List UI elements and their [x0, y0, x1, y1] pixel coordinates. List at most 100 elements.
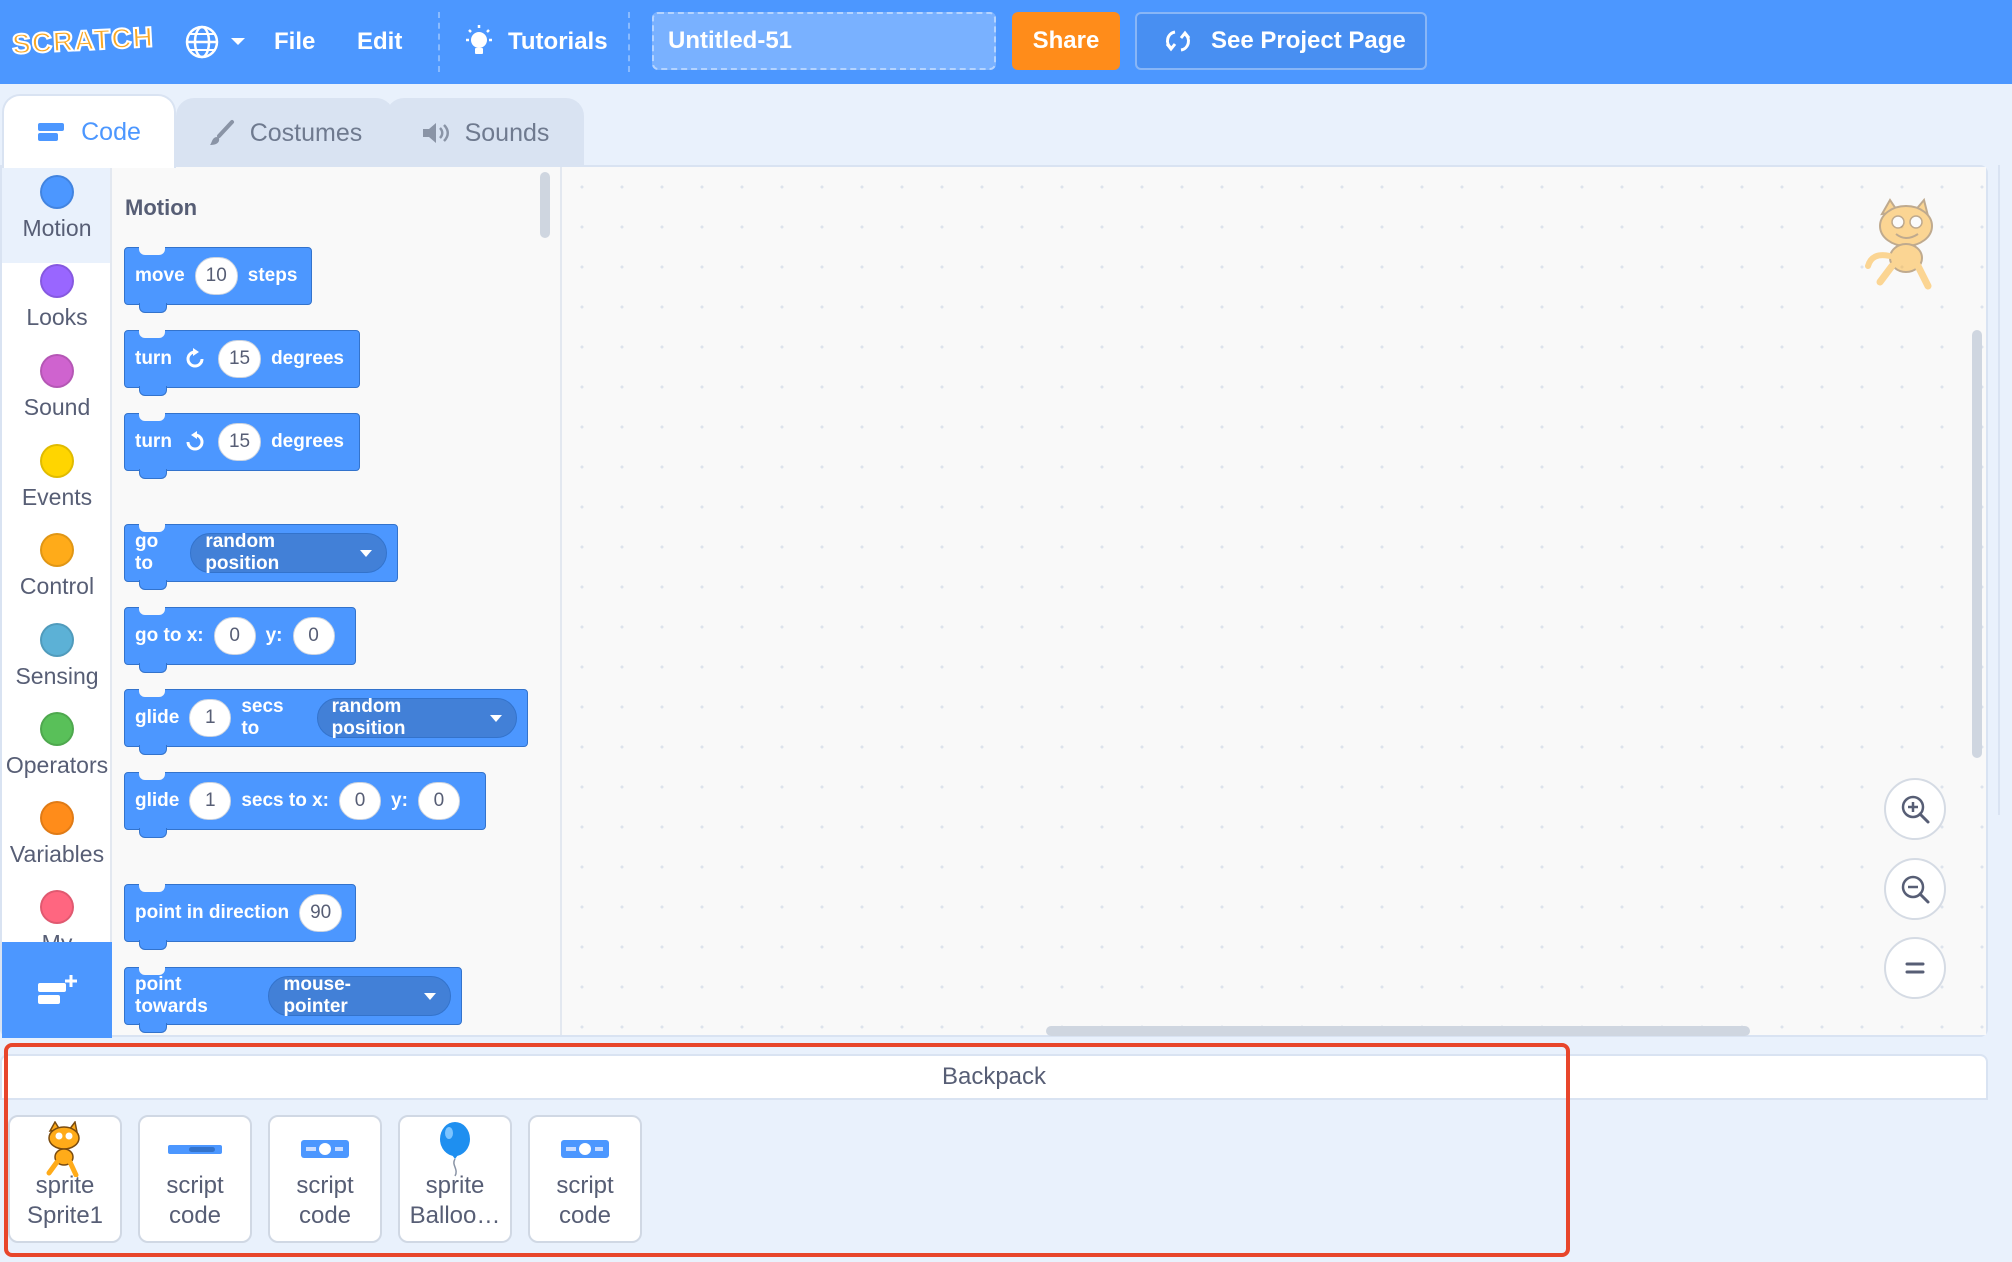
category-looks[interactable]: Looks	[2, 264, 110, 331]
speaker-icon	[422, 123, 449, 143]
backpack-item-type: script	[556, 1172, 614, 1199]
brush-icon	[209, 120, 234, 145]
backpack-header[interactable]: Backpack	[0, 1054, 1988, 1100]
logo-text: SCRATCH	[10, 20, 155, 60]
glide-to-block[interactable]: glide 1 secs to random position	[124, 689, 528, 755]
see-project-page-label: See Project Page	[1211, 27, 1406, 54]
block-text: degrees	[271, 431, 344, 452]
category-events[interactable]: Events	[2, 444, 110, 511]
category-operators[interactable]: Operators	[2, 712, 110, 779]
backpack-item-script[interactable]: script code	[268, 1115, 382, 1243]
degrees-input[interactable]: 15	[217, 340, 262, 378]
glide-to-xy-block[interactable]: glide 1 secs to x: 0 y: 0	[124, 772, 486, 838]
category-dot	[40, 623, 74, 657]
category-sensing[interactable]: Sensing	[2, 623, 110, 690]
block-text: y:	[265, 625, 283, 646]
zoom-out-icon	[1901, 875, 1930, 904]
target-dropdown[interactable]: random position	[190, 531, 387, 574]
point-in-direction-block[interactable]: point in direction 90	[124, 884, 356, 950]
tab-sounds-label: Sounds	[464, 118, 550, 147]
backpack-item-sprite[interactable]: sprite Balloo…	[398, 1115, 512, 1243]
see-project-page-button[interactable]: See Project Page	[1135, 12, 1427, 70]
chevron-down-icon	[231, 38, 245, 45]
category-control[interactable]: Control	[2, 533, 110, 600]
swap-arrows-icon	[1165, 30, 1191, 52]
chevron-down-icon	[360, 549, 372, 557]
globe-icon	[185, 25, 219, 59]
category-sound[interactable]: Sound	[2, 354, 110, 421]
file-menu-label: File	[274, 28, 316, 55]
add-extension-icon	[38, 975, 77, 1004]
block-text: turn	[135, 431, 172, 452]
category-label: Control	[19, 573, 95, 599]
category-label: Operators	[5, 752, 109, 778]
script-thumbnail-icon	[301, 1140, 349, 1158]
backpack-thumbnail	[530, 1123, 640, 1175]
add-extension-button[interactable]	[2, 942, 112, 1038]
tab-code-label: Code	[81, 117, 141, 146]
script-workspace[interactable]	[562, 167, 1986, 1035]
edit-menu[interactable]: Edit	[357, 0, 402, 84]
share-button[interactable]: Share	[1012, 12, 1120, 70]
backpack-title: Backpack	[941, 1063, 1047, 1090]
block-text: go to	[135, 531, 159, 574]
turn-right-block[interactable]: turn 15 degrees	[124, 330, 360, 396]
language-menu[interactable]	[184, 0, 246, 84]
block-text: move	[135, 265, 185, 286]
go-to-xy-block[interactable]: go to x: 0 y: 0	[124, 607, 356, 673]
go-to-block[interactable]: go to random position	[124, 524, 398, 590]
category-dot	[40, 354, 74, 388]
zoom-reset-button[interactable]	[1884, 937, 1946, 999]
backpack-item-script[interactable]: script code	[138, 1115, 252, 1243]
move-steps-block[interactable]: move 10 steps	[124, 247, 312, 313]
tutorials-button[interactable]: Tutorials	[462, 0, 608, 84]
palette-scrollbar[interactable]	[540, 172, 550, 238]
point-towards-block[interactable]: point towards mouse-pointer	[124, 967, 462, 1033]
backpack-thumbnail	[10, 1121, 120, 1177]
tab-code[interactable]: Code	[2, 94, 176, 168]
backpack-item-name: code	[168, 1202, 222, 1229]
backpack-item-type: script	[166, 1172, 224, 1199]
backpack-item-sprite[interactable]: sprite Sprite1	[8, 1115, 122, 1243]
chevron-down-icon	[424, 992, 436, 1000]
category-dot	[40, 890, 74, 924]
y-input[interactable]: 0	[417, 782, 460, 820]
block-text: go to x:	[135, 625, 204, 646]
dropdown-value: mouse-pointer	[283, 974, 352, 1017]
category-dot	[40, 444, 74, 478]
tab-sounds[interactable]: Sounds	[386, 98, 584, 166]
workspace-horizontal-scrollbar[interactable]	[1046, 1026, 1750, 1036]
x-input[interactable]: 0	[339, 782, 381, 820]
y-input[interactable]: 0	[292, 617, 335, 655]
category-label: Variables	[9, 841, 105, 867]
workspace-vertical-scrollbar[interactable]	[1972, 330, 1982, 758]
target-dropdown[interactable]: random position	[316, 696, 517, 739]
block-text: degrees	[271, 348, 344, 369]
file-menu[interactable]: File	[274, 0, 315, 84]
zoom-out-button[interactable]	[1884, 858, 1946, 920]
category-dot	[40, 264, 74, 298]
category-motion[interactable]: Motion	[2, 167, 110, 263]
degrees-input[interactable]: 15	[217, 423, 262, 461]
category-variables[interactable]: Variables	[2, 801, 110, 868]
lightbulb-icon	[466, 25, 492, 54]
zoom-in-button[interactable]	[1884, 778, 1946, 840]
scratch-logo[interactable]: SCRATCH	[10, 18, 155, 64]
tab-costumes[interactable]: Costumes	[176, 98, 394, 166]
backpack-item-script[interactable]: script code	[528, 1115, 642, 1243]
backpack-item-name: Sprite1	[26, 1202, 104, 1229]
steps-input[interactable]: 10	[194, 257, 238, 295]
tab-costumes-label: Costumes	[249, 118, 363, 147]
secs-input[interactable]: 1	[189, 699, 232, 737]
x-input[interactable]: 0	[213, 617, 256, 655]
turn-left-block[interactable]: turn 15 degrees	[124, 413, 360, 479]
target-dropdown[interactable]: mouse-pointer	[268, 974, 451, 1017]
secs-input[interactable]: 1	[189, 782, 232, 820]
block-text: secs to x:	[241, 790, 329, 811]
backpack-thumbnail	[270, 1123, 380, 1175]
project-title-input[interactable]	[652, 12, 996, 70]
backpack-item-name: Balloo…	[409, 1202, 501, 1229]
backpack-thumbnail	[400, 1122, 510, 1177]
direction-input[interactable]: 90	[299, 894, 343, 932]
block-text: glide	[135, 790, 180, 811]
